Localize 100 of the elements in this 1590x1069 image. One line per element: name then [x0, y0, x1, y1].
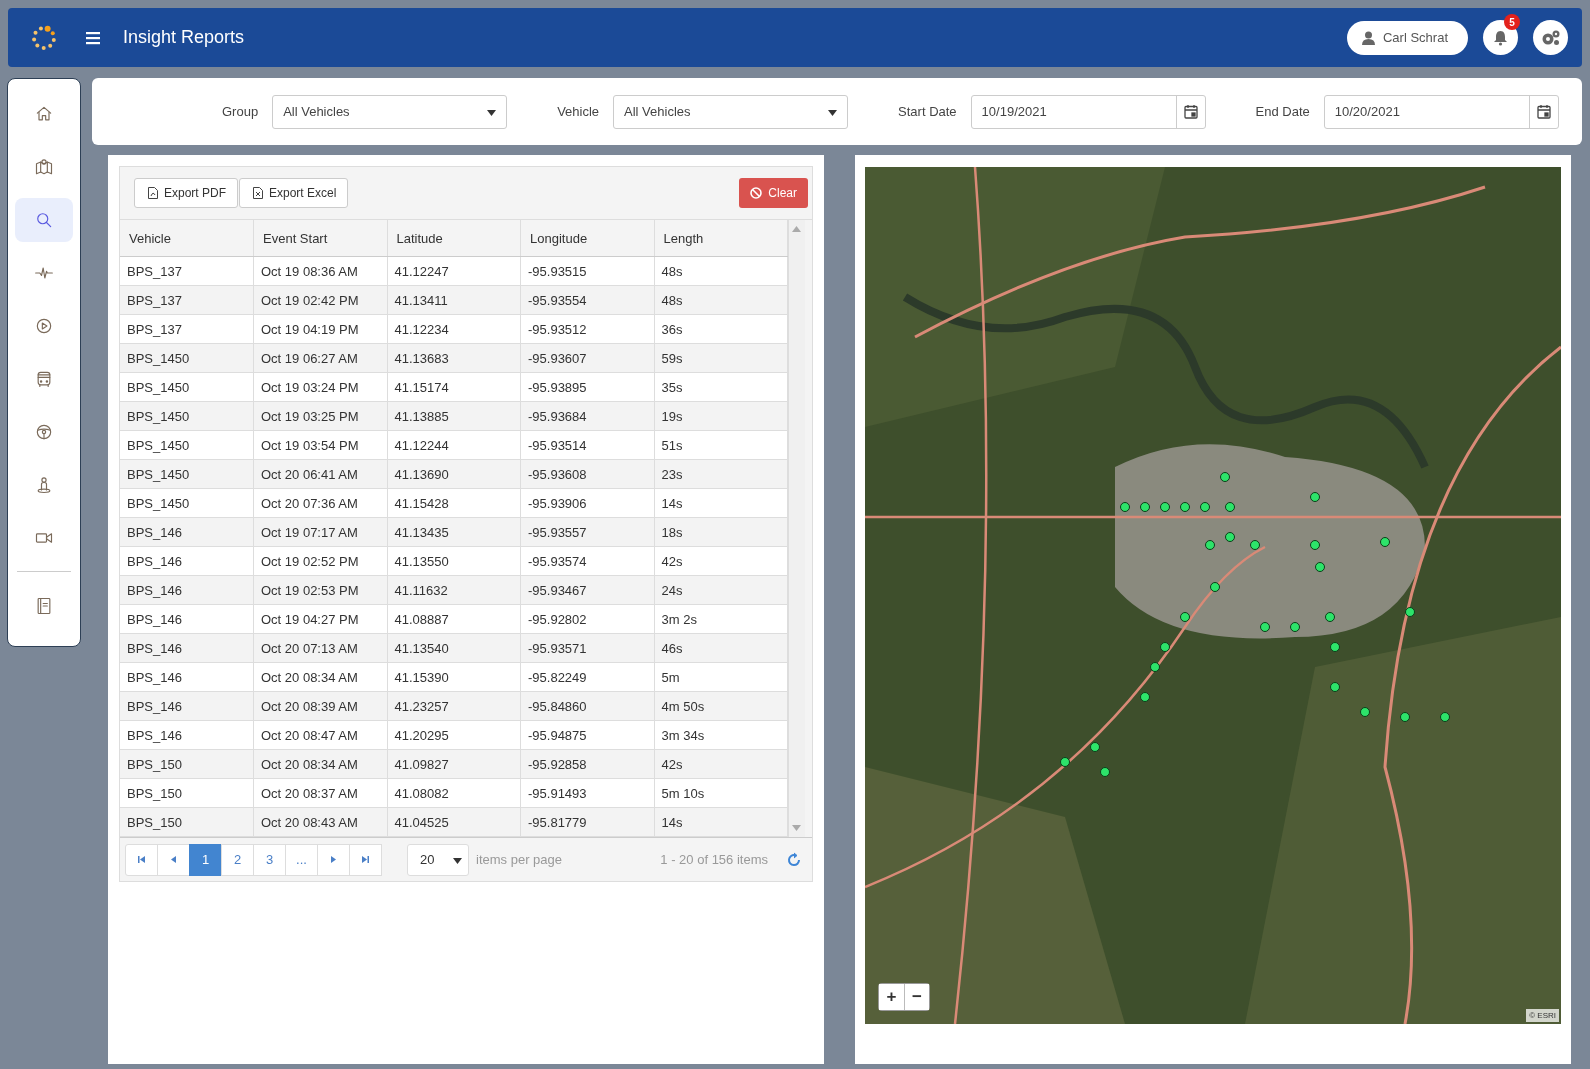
table-cell: Oct 20 08:34 AM [253, 749, 387, 779]
scroll-up-icon[interactable] [792, 226, 801, 232]
table-cell: Oct 19 02:53 PM [253, 575, 387, 605]
table-cell: 41.13683 [387, 343, 521, 373]
table-cell: -95.93684 [520, 401, 654, 431]
table-cell: 36s [654, 314, 788, 344]
table-cell: BPS_1450 [120, 459, 254, 489]
table-cell: 3m 34s [654, 720, 788, 750]
table-cell: -95.94875 [520, 720, 654, 750]
table-cell: 18s [654, 517, 788, 547]
pager-summary: 1 - 20 of 156 items [660, 852, 768, 867]
table-cell: -95.91493 [520, 778, 654, 808]
table-cell: 19s [654, 401, 788, 431]
column-header[interactable]: Latitude [387, 220, 521, 257]
table-cell: 41.15174 [387, 372, 521, 402]
table-cell: BPS_1450 [120, 430, 254, 460]
dropdown[interactable]: All Vehicles [272, 94, 508, 129]
page-size-dropdown[interactable]: 20 [407, 843, 469, 876]
first-page-button[interactable] [125, 843, 158, 876]
column-header[interactable]: Length [654, 220, 788, 257]
table-cell: -95.93906 [520, 488, 654, 518]
table-cell: Oct 19 08:36 AM [253, 256, 387, 286]
table-cell: Oct 20 07:13 AM [253, 633, 387, 663]
table-cell: BPS_1450 [120, 401, 254, 431]
field-label: End Date [1255, 104, 1310, 119]
table-cell: 41.09827 [387, 749, 521, 779]
caret-icon [487, 110, 497, 116]
calendar-icon [1183, 104, 1198, 119]
table-cell: -95.93571 [520, 633, 654, 663]
table-cell: -95.93607 [520, 343, 654, 373]
clear-button[interactable]: Clear [739, 178, 808, 208]
settings-button[interactable] [1533, 20, 1568, 55]
table-cell: Oct 20 08:37 AM [253, 778, 387, 808]
last-page-button[interactable] [349, 843, 382, 876]
page-button[interactable]: 3 [253, 843, 286, 876]
page-button[interactable]: 1 [189, 843, 222, 876]
logo-icon [30, 23, 58, 52]
user-button[interactable]: Carl Schrat [1346, 20, 1468, 55]
notifications-button[interactable] [1483, 20, 1518, 55]
table-cell: 41.23257 [387, 691, 521, 721]
table-cell: Oct 20 08:34 AM [253, 662, 387, 692]
last-page-icon [361, 855, 370, 864]
table-cell: Oct 19 03:24 PM [253, 372, 387, 402]
table-cell: BPS_1450 [120, 372, 254, 402]
table-cell: 46s [654, 633, 788, 663]
refresh-icon[interactable] [786, 851, 802, 868]
table-cell: 5m [654, 662, 788, 692]
column-header[interactable]: Longitude [520, 220, 654, 257]
export-pdf-button[interactable]: Export PDF [134, 178, 238, 208]
table-cell: 41.12247 [387, 256, 521, 286]
bell-icon [1493, 29, 1508, 46]
table-cell: Oct 19 02:42 PM [253, 285, 387, 315]
table-cell: BPS_146 [120, 633, 254, 663]
table-cell: -95.93514 [520, 430, 654, 460]
table-cell: BPS_146 [120, 691, 254, 721]
field-label: Group [222, 104, 259, 119]
table-cell: BPS_1450 [120, 488, 254, 518]
table-cell: 48s [654, 285, 788, 315]
table-cell: 4m 50s [654, 691, 788, 721]
table-cell: -95.82249 [520, 662, 654, 692]
table-cell: BPS_146 [120, 604, 254, 634]
column-header[interactable]: Event Start [253, 220, 387, 257]
next-page-icon [329, 855, 338, 864]
table-cell: -95.93895 [520, 372, 654, 402]
table-cell: -95.93467 [520, 575, 654, 605]
table-cell: 41.12234 [387, 314, 521, 344]
table-cell: 48s [654, 256, 788, 286]
table-cell: 3m 2s [654, 604, 788, 634]
map-icon [34, 157, 54, 177]
table-cell: 41.20295 [387, 720, 521, 750]
document-icon [148, 187, 158, 199]
table-cell: Oct 20 08:43 AM [253, 807, 387, 837]
table-cell: 41.11632 [387, 575, 521, 605]
column-header[interactable]: Vehicle [120, 220, 254, 257]
table-cell: BPS_146 [120, 720, 254, 750]
page-size-label: items per page [476, 852, 562, 867]
map-attribution: © ESRI [1526, 1009, 1559, 1022]
page-button[interactable]: ... [285, 843, 318, 876]
table-cell: -95.92802 [520, 604, 654, 634]
scroll-down-icon[interactable] [792, 825, 801, 831]
table-cell: Oct 20 08:39 AM [253, 691, 387, 721]
table-cell: 59s [654, 343, 788, 373]
table-cell: Oct 19 07:17 AM [253, 517, 387, 547]
table-cell: Oct 19 04:27 PM [253, 604, 387, 634]
table-cell: 41.13690 [387, 459, 521, 489]
page-button[interactable]: 2 [221, 843, 254, 876]
table-cell: 41.13411 [387, 285, 521, 315]
table-cell: 14s [654, 807, 788, 837]
app-title: Insight Reports [123, 27, 246, 48]
previous-page-button[interactable] [157, 843, 190, 876]
export-excel-button[interactable]: Export Excel [239, 178, 349, 208]
table-cell: BPS_150 [120, 749, 254, 779]
dropdown[interactable]: All Vehicles [613, 94, 849, 129]
caret-icon [828, 110, 838, 116]
table-cell: Oct 19 06:27 AM [253, 343, 387, 373]
zoom-out-button[interactable]: − [904, 984, 929, 1010]
table-cell: 5m 10s [654, 778, 788, 808]
table-cell: Oct 19 03:25 PM [253, 401, 387, 431]
table-cell: 41.13550 [387, 546, 521, 576]
user-icon [1361, 30, 1375, 45]
